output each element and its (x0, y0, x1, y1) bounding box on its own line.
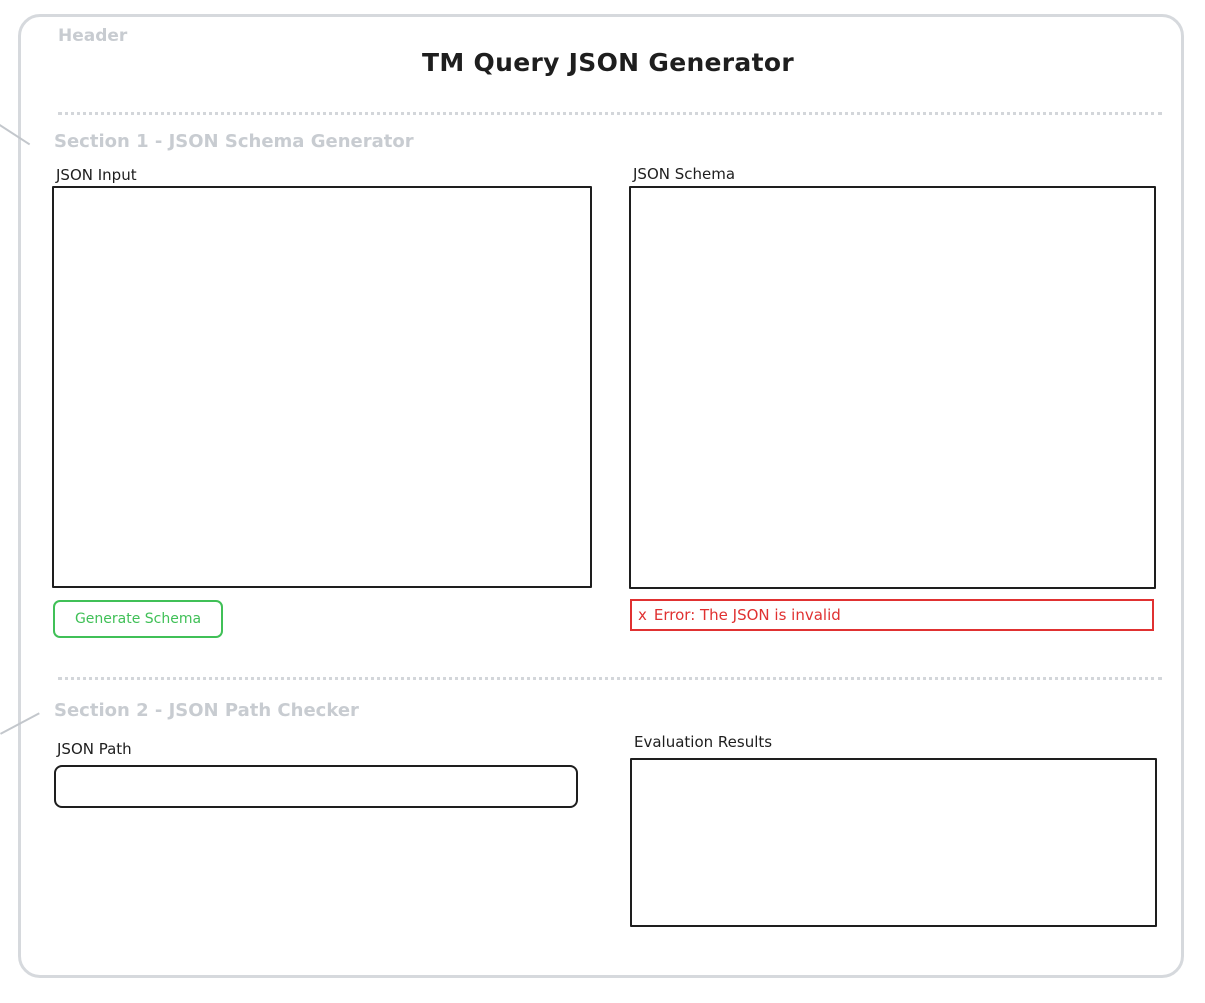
section2-divider (58, 677, 1162, 680)
error-message-text: Error: The JSON is invalid (653, 606, 841, 624)
header-tag: Header (58, 26, 128, 46)
json-schema-output[interactable] (629, 186, 1156, 589)
json-schema-label: JSON Schema (633, 165, 736, 183)
evaluation-results-output[interactable] (630, 758, 1157, 927)
json-input-label: JSON Input (56, 166, 137, 184)
json-input-textarea[interactable] (52, 186, 592, 588)
generate-schema-button[interactable]: Generate Schema (53, 600, 223, 638)
json-path-label: JSON Path (57, 740, 132, 758)
page-title: TM Query JSON Generator (422, 48, 794, 77)
error-message-box: x Error: The JSON is invalid (630, 599, 1154, 631)
evaluation-results-label: Evaluation Results (634, 733, 773, 751)
json-path-input[interactable] (54, 765, 578, 808)
section2-title: Section 2 - JSON Path Checker (54, 700, 359, 721)
section1-title: Section 1 - JSON Schema Generator (54, 131, 414, 152)
error-x-icon: x (638, 606, 647, 624)
section1-divider (58, 112, 1162, 115)
